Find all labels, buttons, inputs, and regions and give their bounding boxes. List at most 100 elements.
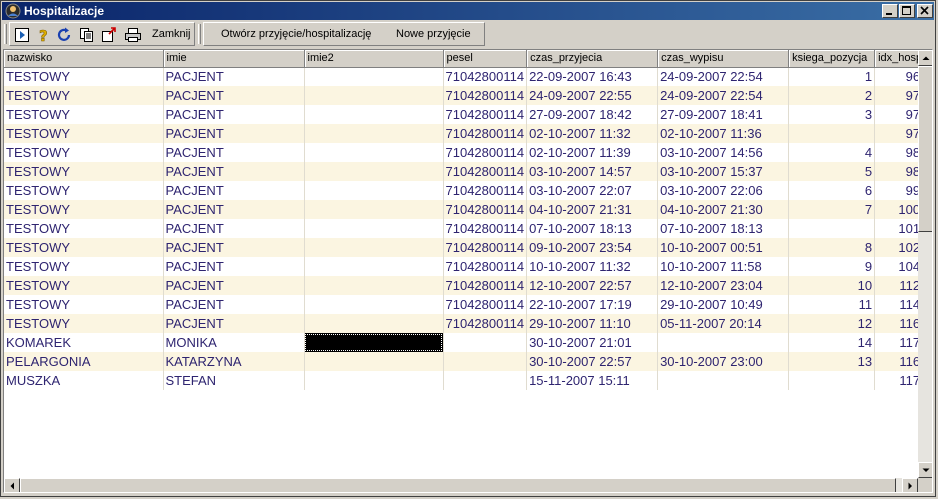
cell-czas-przyjecia[interactable]: 03-10-2007 14:57 bbox=[526, 162, 659, 181]
cell-imie2[interactable] bbox=[304, 257, 444, 276]
cell-czas-przyjecia[interactable]: 22-09-2007 16:43 bbox=[526, 67, 659, 86]
cell-czas-przyjecia[interactable]: 30-10-2007 22:57 bbox=[526, 352, 659, 371]
cell-imie2[interactable] bbox=[304, 276, 444, 295]
cell-czas-przyjecia[interactable]: 03-10-2007 22:07 bbox=[526, 181, 659, 200]
cell-ksiega-pozycja[interactable]: 8 bbox=[788, 238, 876, 257]
cell-imie[interactable]: MONIKA bbox=[163, 333, 305, 352]
cell-czas-przyjecia[interactable]: 10-10-2007 11:32 bbox=[526, 257, 659, 276]
cell-pesel[interactable]: 71042800114 bbox=[443, 219, 528, 238]
table-row[interactable]: TESTOWY PACJENT 71042800114 24-09-2007 22:5… bbox=[4, 86, 924, 105]
table-row[interactable]: TESTOWY PACJENT 71042800114 27-09-2007 18:4… bbox=[4, 105, 924, 124]
cell-imie[interactable]: PACJENT bbox=[163, 314, 305, 333]
cell-czas-wypisu[interactable]: 05-11-2007 20:14 bbox=[657, 314, 790, 333]
horizontal-scrollbar[interactable] bbox=[4, 478, 918, 492]
print-button[interactable] bbox=[123, 25, 143, 44]
cell-pesel[interactable]: 71042800114 bbox=[443, 314, 528, 333]
cell-czas-przyjecia[interactable]: 07-10-2007 18:13 bbox=[526, 219, 659, 238]
column-header-nazwisko[interactable]: nazwisko bbox=[4, 50, 164, 68]
column-header-ksiega-pozycja[interactable]: ksiega_pozycja bbox=[788, 50, 876, 68]
cell-ksiega-pozycja[interactable]: 10 bbox=[788, 276, 876, 295]
cell-nazwisko[interactable]: TESTOWY bbox=[4, 86, 164, 105]
title-bar[interactable]: Hospitalizacje bbox=[2, 2, 934, 20]
vertical-scrollbar[interactable] bbox=[918, 50, 932, 478]
cell-pesel[interactable]: 71042800114 bbox=[443, 124, 528, 143]
cell-ksiega-pozycja[interactable]: 12 bbox=[788, 314, 876, 333]
cell-nazwisko[interactable]: TESTOWY bbox=[4, 295, 164, 314]
cell-idx-hosp[interactable]: 116 bbox=[874, 352, 924, 371]
cell-imie2[interactable] bbox=[304, 333, 444, 352]
cell-czas-wypisu[interactable] bbox=[657, 371, 790, 390]
cell-idx-hosp[interactable]: 97 bbox=[874, 105, 924, 124]
cell-czas-wypisu[interactable]: 10-10-2007 00:51 bbox=[657, 238, 790, 257]
cell-idx-hosp[interactable]: 99 bbox=[874, 181, 924, 200]
refresh-button[interactable] bbox=[55, 25, 75, 44]
cell-czas-wypisu[interactable]: 24-09-2007 22:54 bbox=[657, 86, 790, 105]
minimize-button[interactable] bbox=[882, 4, 898, 18]
cell-czas-przyjecia[interactable]: 22-10-2007 17:19 bbox=[526, 295, 659, 314]
cell-imie[interactable]: PACJENT bbox=[163, 86, 305, 105]
cell-pesel[interactable]: 71042800114 bbox=[443, 105, 528, 124]
table-row[interactable]: TESTOWY PACJENT 71042800114 29-10-2007 11:1… bbox=[4, 314, 924, 333]
cell-pesel[interactable]: 71042800114 bbox=[443, 162, 528, 181]
export-button[interactable] bbox=[99, 25, 119, 44]
cell-pesel[interactable]: 71042800114 bbox=[443, 238, 528, 257]
cell-czas-wypisu[interactable]: 02-10-2007 11:36 bbox=[657, 124, 790, 143]
cell-imie[interactable]: PACJENT bbox=[163, 238, 305, 257]
cell-ksiega-pozycja[interactable] bbox=[788, 371, 876, 390]
vertical-scroll-thumb[interactable] bbox=[918, 66, 932, 232]
table-row[interactable]: TESTOWY PACJENT 71042800114 02-10-2007 11:3… bbox=[4, 143, 924, 162]
scroll-right-button[interactable] bbox=[902, 478, 918, 492]
cell-czas-wypisu[interactable]: 03-10-2007 22:06 bbox=[657, 181, 790, 200]
copy-button[interactable] bbox=[77, 25, 97, 44]
cell-czas-wypisu[interactable]: 03-10-2007 15:37 bbox=[657, 162, 790, 181]
cell-czas-wypisu[interactable]: 10-10-2007 11:58 bbox=[657, 257, 790, 276]
cell-nazwisko[interactable]: TESTOWY bbox=[4, 276, 164, 295]
cell-idx-hosp[interactable]: 114 bbox=[874, 295, 924, 314]
cell-czas-wypisu[interactable]: 07-10-2007 18:13 bbox=[657, 219, 790, 238]
cell-idx-hosp[interactable]: 116 bbox=[874, 314, 924, 333]
cell-idx-hosp[interactable]: 101 bbox=[874, 219, 924, 238]
cell-nazwisko[interactable]: TESTOWY bbox=[4, 143, 164, 162]
cell-czas-wypisu[interactable]: 12-10-2007 23:04 bbox=[657, 276, 790, 295]
close-window-button[interactable] bbox=[917, 4, 933, 18]
cell-imie2[interactable] bbox=[304, 219, 444, 238]
cell-czas-wypisu[interactable]: 04-10-2007 21:30 bbox=[657, 200, 790, 219]
cell-ksiega-pozycja[interactable]: 13 bbox=[788, 352, 876, 371]
cell-czas-wypisu[interactable]: 30-10-2007 23:00 bbox=[657, 352, 790, 371]
cell-ksiega-pozycja[interactable]: 4 bbox=[788, 143, 876, 162]
cell-idx-hosp[interactable]: 104 bbox=[874, 257, 924, 276]
cell-imie[interactable]: PACJENT bbox=[163, 200, 305, 219]
cell-ksiega-pozycja[interactable] bbox=[788, 219, 876, 238]
cell-imie2[interactable] bbox=[304, 124, 444, 143]
cell-czas-przyjecia[interactable]: 02-10-2007 11:32 bbox=[526, 124, 659, 143]
table-row[interactable]: KOMAREK MONIKA 30-10-2007 21:01 14 117 bbox=[4, 333, 924, 352]
cell-czas-wypisu[interactable]: 03-10-2007 14:56 bbox=[657, 143, 790, 162]
cell-imie2[interactable] bbox=[304, 86, 444, 105]
cell-czas-przyjecia[interactable]: 09-10-2007 23:54 bbox=[526, 238, 659, 257]
cell-idx-hosp[interactable]: 117 bbox=[874, 333, 924, 352]
cell-imie2[interactable] bbox=[304, 143, 444, 162]
table-row[interactable]: TESTOWY PACJENT 71042800114 04-10-2007 21:3… bbox=[4, 200, 924, 219]
cell-czas-wypisu[interactable]: 29-10-2007 10:49 bbox=[657, 295, 790, 314]
cell-nazwisko[interactable]: TESTOWY bbox=[4, 67, 164, 86]
cell-czas-przyjecia[interactable]: 02-10-2007 11:39 bbox=[526, 143, 659, 162]
cell-czas-przyjecia[interactable]: 27-09-2007 18:42 bbox=[526, 105, 659, 124]
cell-ksiega-pozycja[interactable]: 9 bbox=[788, 257, 876, 276]
cell-nazwisko[interactable]: MUSZKA bbox=[4, 371, 164, 390]
cell-czas-wypisu[interactable]: 24-09-2007 22:54 bbox=[657, 67, 790, 86]
cell-imie[interactable]: PACJENT bbox=[163, 67, 305, 86]
cell-ksiega-pozycja[interactable] bbox=[788, 124, 876, 143]
cell-idx-hosp[interactable]: 100 bbox=[874, 200, 924, 219]
hospitalization-grid[interactable]: nazwisko imie imie2 pesel czas_przyjecia czas… bbox=[3, 49, 933, 493]
cell-imie[interactable]: KATARZYNA bbox=[163, 352, 305, 371]
cell-czas-przyjecia[interactable]: 30-10-2007 21:01 bbox=[526, 333, 659, 352]
cell-ksiega-pozycja[interactable]: 2 bbox=[788, 86, 876, 105]
cell-czas-przyjecia[interactable]: 15-11-2007 15:11 bbox=[526, 371, 659, 390]
cell-czas-wypisu[interactable] bbox=[657, 333, 790, 352]
table-row[interactable]: TESTOWY PACJENT 71042800114 12-10-2007 22:5… bbox=[4, 276, 924, 295]
cell-pesel[interactable]: 71042800114 bbox=[443, 200, 528, 219]
table-row[interactable]: TESTOWY PACJENT 71042800114 09-10-2007 23:5… bbox=[4, 238, 924, 257]
open-admission-button[interactable]: Otwórz przyjęcie/hospitalizację bbox=[221, 28, 371, 40]
cell-ksiega-pozycja[interactable]: 5 bbox=[788, 162, 876, 181]
cell-czas-przyjecia[interactable]: 12-10-2007 22:57 bbox=[526, 276, 659, 295]
